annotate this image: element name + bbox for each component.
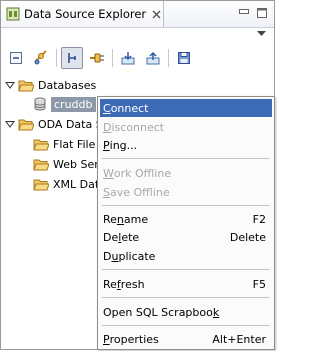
menu-item-label-post: ork Offline [113, 166, 172, 180]
data-source-explorer-icon [6, 7, 20, 21]
menu-item-accelerator: F2 [252, 212, 266, 226]
menu-item-label-post: ete [121, 230, 140, 244]
view-title: Data Source Explorer [24, 7, 147, 21]
menu-item-label-post: isconnect [111, 120, 165, 134]
menu-item-label-pre: Re [103, 212, 117, 226]
menu-item-disconnect[interactable]: Disconnect [100, 118, 272, 136]
menu-item-label-post: resh [120, 277, 145, 291]
new-connection-icon [34, 50, 47, 65]
new-connection-button[interactable] [30, 47, 52, 69]
maximize-icon[interactable] [256, 7, 268, 19]
menu-item-duplicate[interactable]: Du plicate [100, 247, 272, 265]
connect-button[interactable] [86, 47, 108, 69]
menu-item-accelerator: F5 [252, 277, 266, 291]
import-button[interactable] [117, 47, 139, 69]
menu-item-delete[interactable]: De l ete Delete [100, 228, 272, 246]
link-with-editor-button[interactable] [61, 47, 83, 69]
import-icon [121, 52, 135, 65]
export-icon [146, 51, 160, 65]
collapse-all-icon [10, 52, 22, 64]
view-menu-chevron-down-icon[interactable] [257, 31, 266, 37]
toolbar-separator [168, 49, 169, 67]
menu-separator [102, 325, 270, 326]
menu-item-label-post: roperties [109, 332, 159, 346]
view-tab[interactable]: Data Source Explorer [1, 1, 164, 27]
menu-item-label-post: ave Offline [109, 185, 170, 199]
menu-item-label-pre: Open SQL Scrapboo [103, 305, 213, 319]
save-icon [178, 52, 190, 64]
menu-item-refresh[interactable]: Re f resh F5 [100, 275, 272, 293]
menu-item-label-post: plicate [118, 249, 156, 263]
folder-open-icon [18, 80, 34, 91]
menu-item-label-post: ame [123, 212, 149, 226]
collapse-all-button[interactable] [5, 47, 27, 69]
menu-item-mnemonic: W [103, 166, 114, 180]
minimize-icon[interactable] [238, 7, 250, 19]
tree-item-label: cruddb [51, 96, 96, 112]
toolbar-separator [56, 49, 57, 67]
folder-open-icon [33, 159, 49, 170]
menu-item-mnemonic: C [103, 101, 111, 115]
menu-item-mnemonic: P [103, 332, 110, 346]
folder-open-icon [33, 139, 49, 150]
menu-item-rename[interactable]: Re n ame F2 [100, 210, 272, 228]
menu-item-mnemonic: P [103, 138, 110, 152]
expanded-twistie-icon[interactable] [5, 80, 15, 90]
toolbar-separator [112, 49, 113, 67]
folder-open-icon [33, 179, 49, 190]
menu-item-mnemonic: D [103, 120, 112, 134]
menu-item-mnemonic: u [111, 249, 119, 263]
save-button[interactable] [173, 47, 195, 69]
close-icon[interactable] [152, 10, 161, 19]
database-icon [34, 97, 46, 111]
connect-plug-icon [90, 53, 104, 63]
view-toolbar [5, 45, 198, 71]
menu-item-open-sql-scrapbook[interactable]: Open SQL Scrapboo k [100, 303, 272, 321]
menu-item-save-offline[interactable]: Save Offline [100, 183, 272, 201]
menu-item-connect[interactable]: Connect [100, 99, 272, 117]
context-menu: Connect Disconnect Ping... Work Offline … [97, 96, 275, 350]
menu-item-label-post: onnect [110, 101, 149, 115]
tree-item-xml-data[interactable]: XML Data [33, 174, 106, 194]
menu-separator [102, 297, 270, 298]
menu-separator [102, 158, 270, 159]
expanded-twistie-icon[interactable] [5, 119, 15, 129]
link-icon [68, 53, 76, 63]
tree-item-databases[interactable]: Databases [5, 75, 96, 95]
folder-open-icon [18, 119, 34, 130]
menu-item-accelerator: Alt+Enter [212, 332, 266, 346]
menu-separator [102, 269, 270, 270]
export-button[interactable] [142, 47, 164, 69]
menu-item-mnemonic: k [212, 305, 220, 319]
menu-item-label-pre: De [103, 230, 119, 244]
menu-item-mnemonic: S [103, 185, 110, 199]
view-titlebar: Data Source Explorer [1, 1, 274, 28]
tree-item-label: Databases [38, 78, 97, 92]
menu-item-mnemonic: n [116, 212, 124, 226]
menu-item-accelerator: Delete [229, 230, 266, 244]
menu-item-work-offline[interactable]: Work Offline [100, 164, 272, 182]
tree-item-cruddb[interactable]: cruddb [33, 94, 96, 114]
menu-item-label-post: ing... [109, 138, 138, 152]
menu-separator [102, 205, 270, 206]
menu-item-label-pre: Re [103, 277, 117, 291]
menu-item-ping[interactable]: Ping... [100, 136, 272, 154]
menu-item-label-pre: D [103, 249, 112, 263]
menu-item-properties[interactable]: Properties Alt+Enter [100, 330, 272, 348]
tree-item-oda-data-sources[interactable]: ODA Data So [5, 114, 109, 134]
